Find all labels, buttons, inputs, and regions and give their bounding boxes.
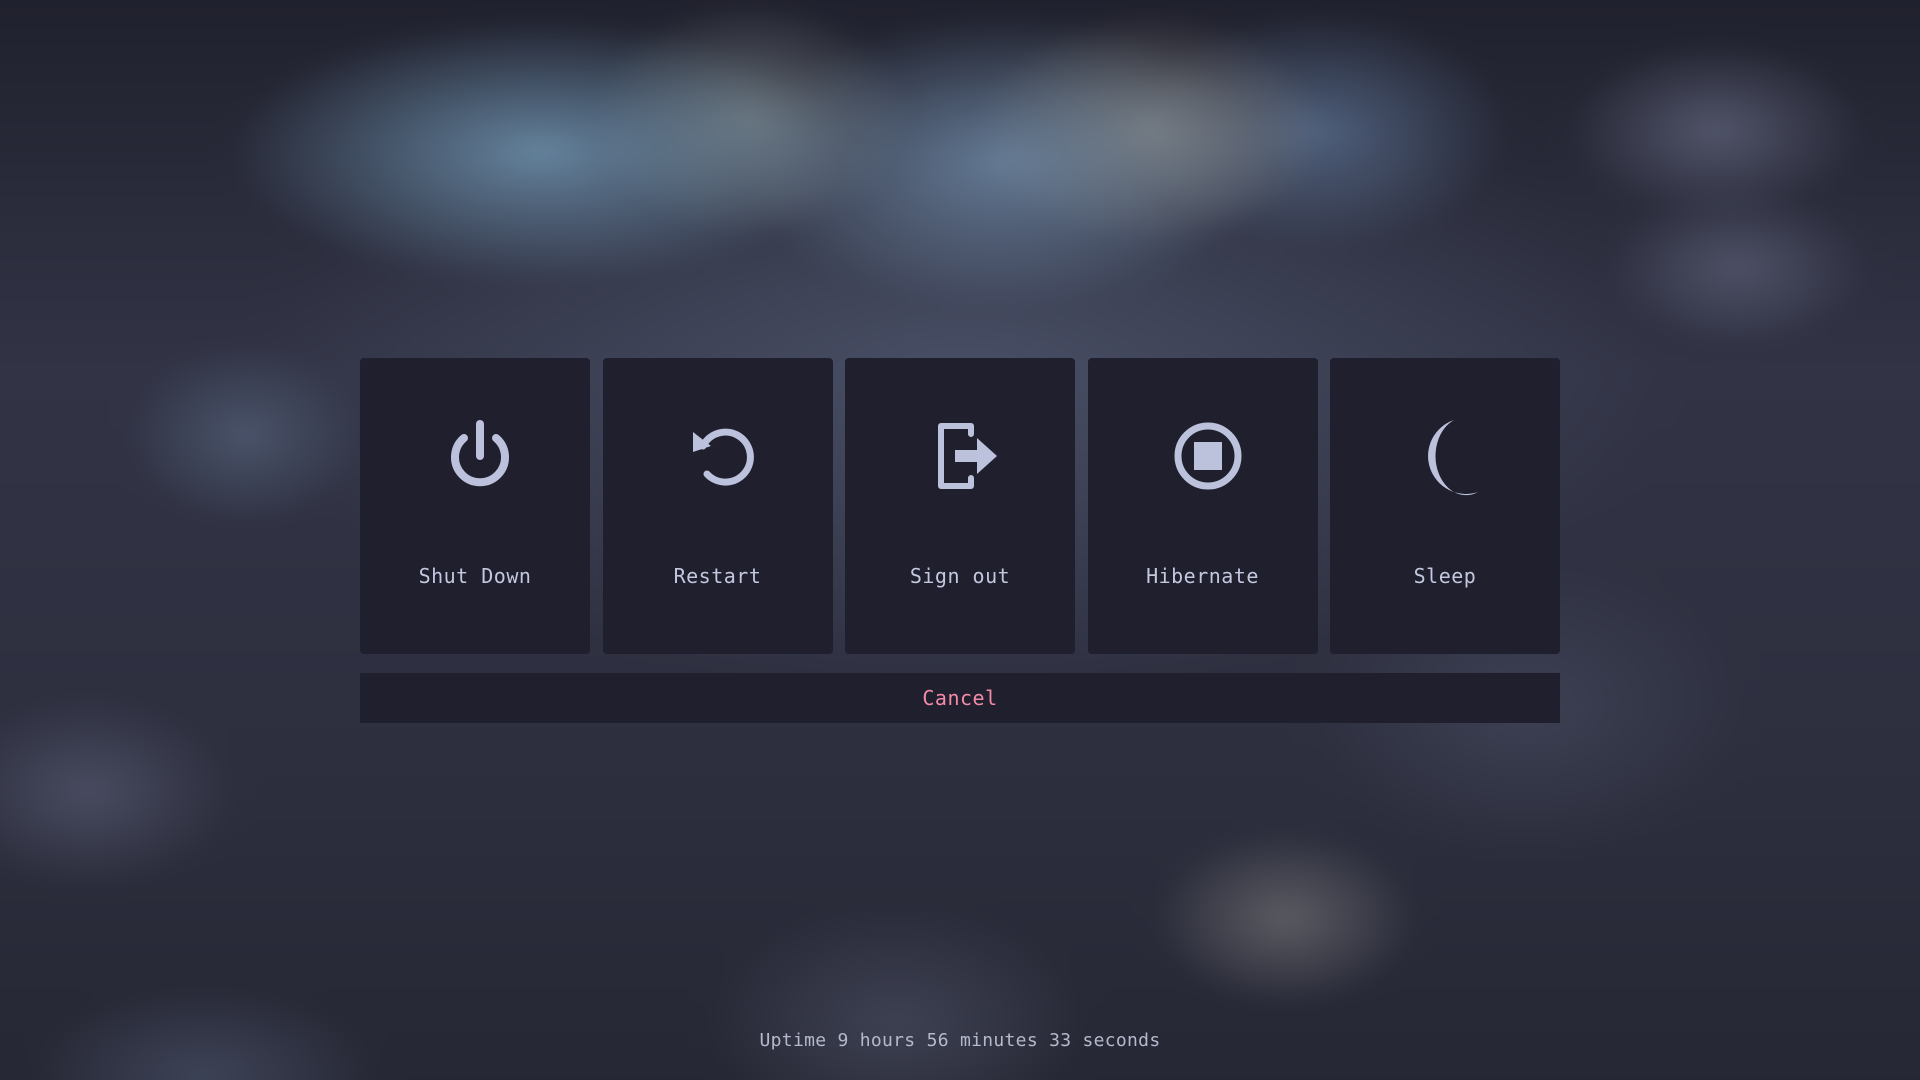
restart-button[interactable]: Restart	[602, 358, 833, 654]
hibernate-button[interactable]: Hibernate	[1087, 358, 1318, 654]
cancel-button[interactable]: Cancel	[360, 673, 1560, 723]
moon-icon	[1410, 416, 1490, 496]
sleep-button[interactable]: Sleep	[1330, 358, 1560, 654]
restart-icon	[683, 416, 763, 496]
hibernate-icon	[1168, 416, 1248, 496]
sign-out-icon	[925, 416, 1005, 496]
power-icon	[440, 416, 520, 496]
hibernate-label: Hibernate	[1146, 564, 1259, 588]
cancel-label: Cancel	[922, 686, 998, 710]
sign-out-button[interactable]: Sign out	[845, 358, 1075, 654]
shut-down-button[interactable]: Shut Down	[360, 358, 590, 654]
sign-out-label: Sign out	[909, 564, 1011, 588]
uptime-text: Uptime 9 hours 56 minutes 33 seconds	[759, 1030, 1161, 1051]
sleep-label: Sleep	[1413, 564, 1477, 588]
restart-label: Restart	[673, 564, 762, 588]
power-actions: Shut Down Restart Sign out Hibernate Sle…	[360, 358, 1560, 654]
power-menu-overlay: Shut Down Restart Sign out Hibernate Sle…	[0, 0, 1920, 1080]
shut-down-label: Shut Down	[418, 564, 532, 588]
